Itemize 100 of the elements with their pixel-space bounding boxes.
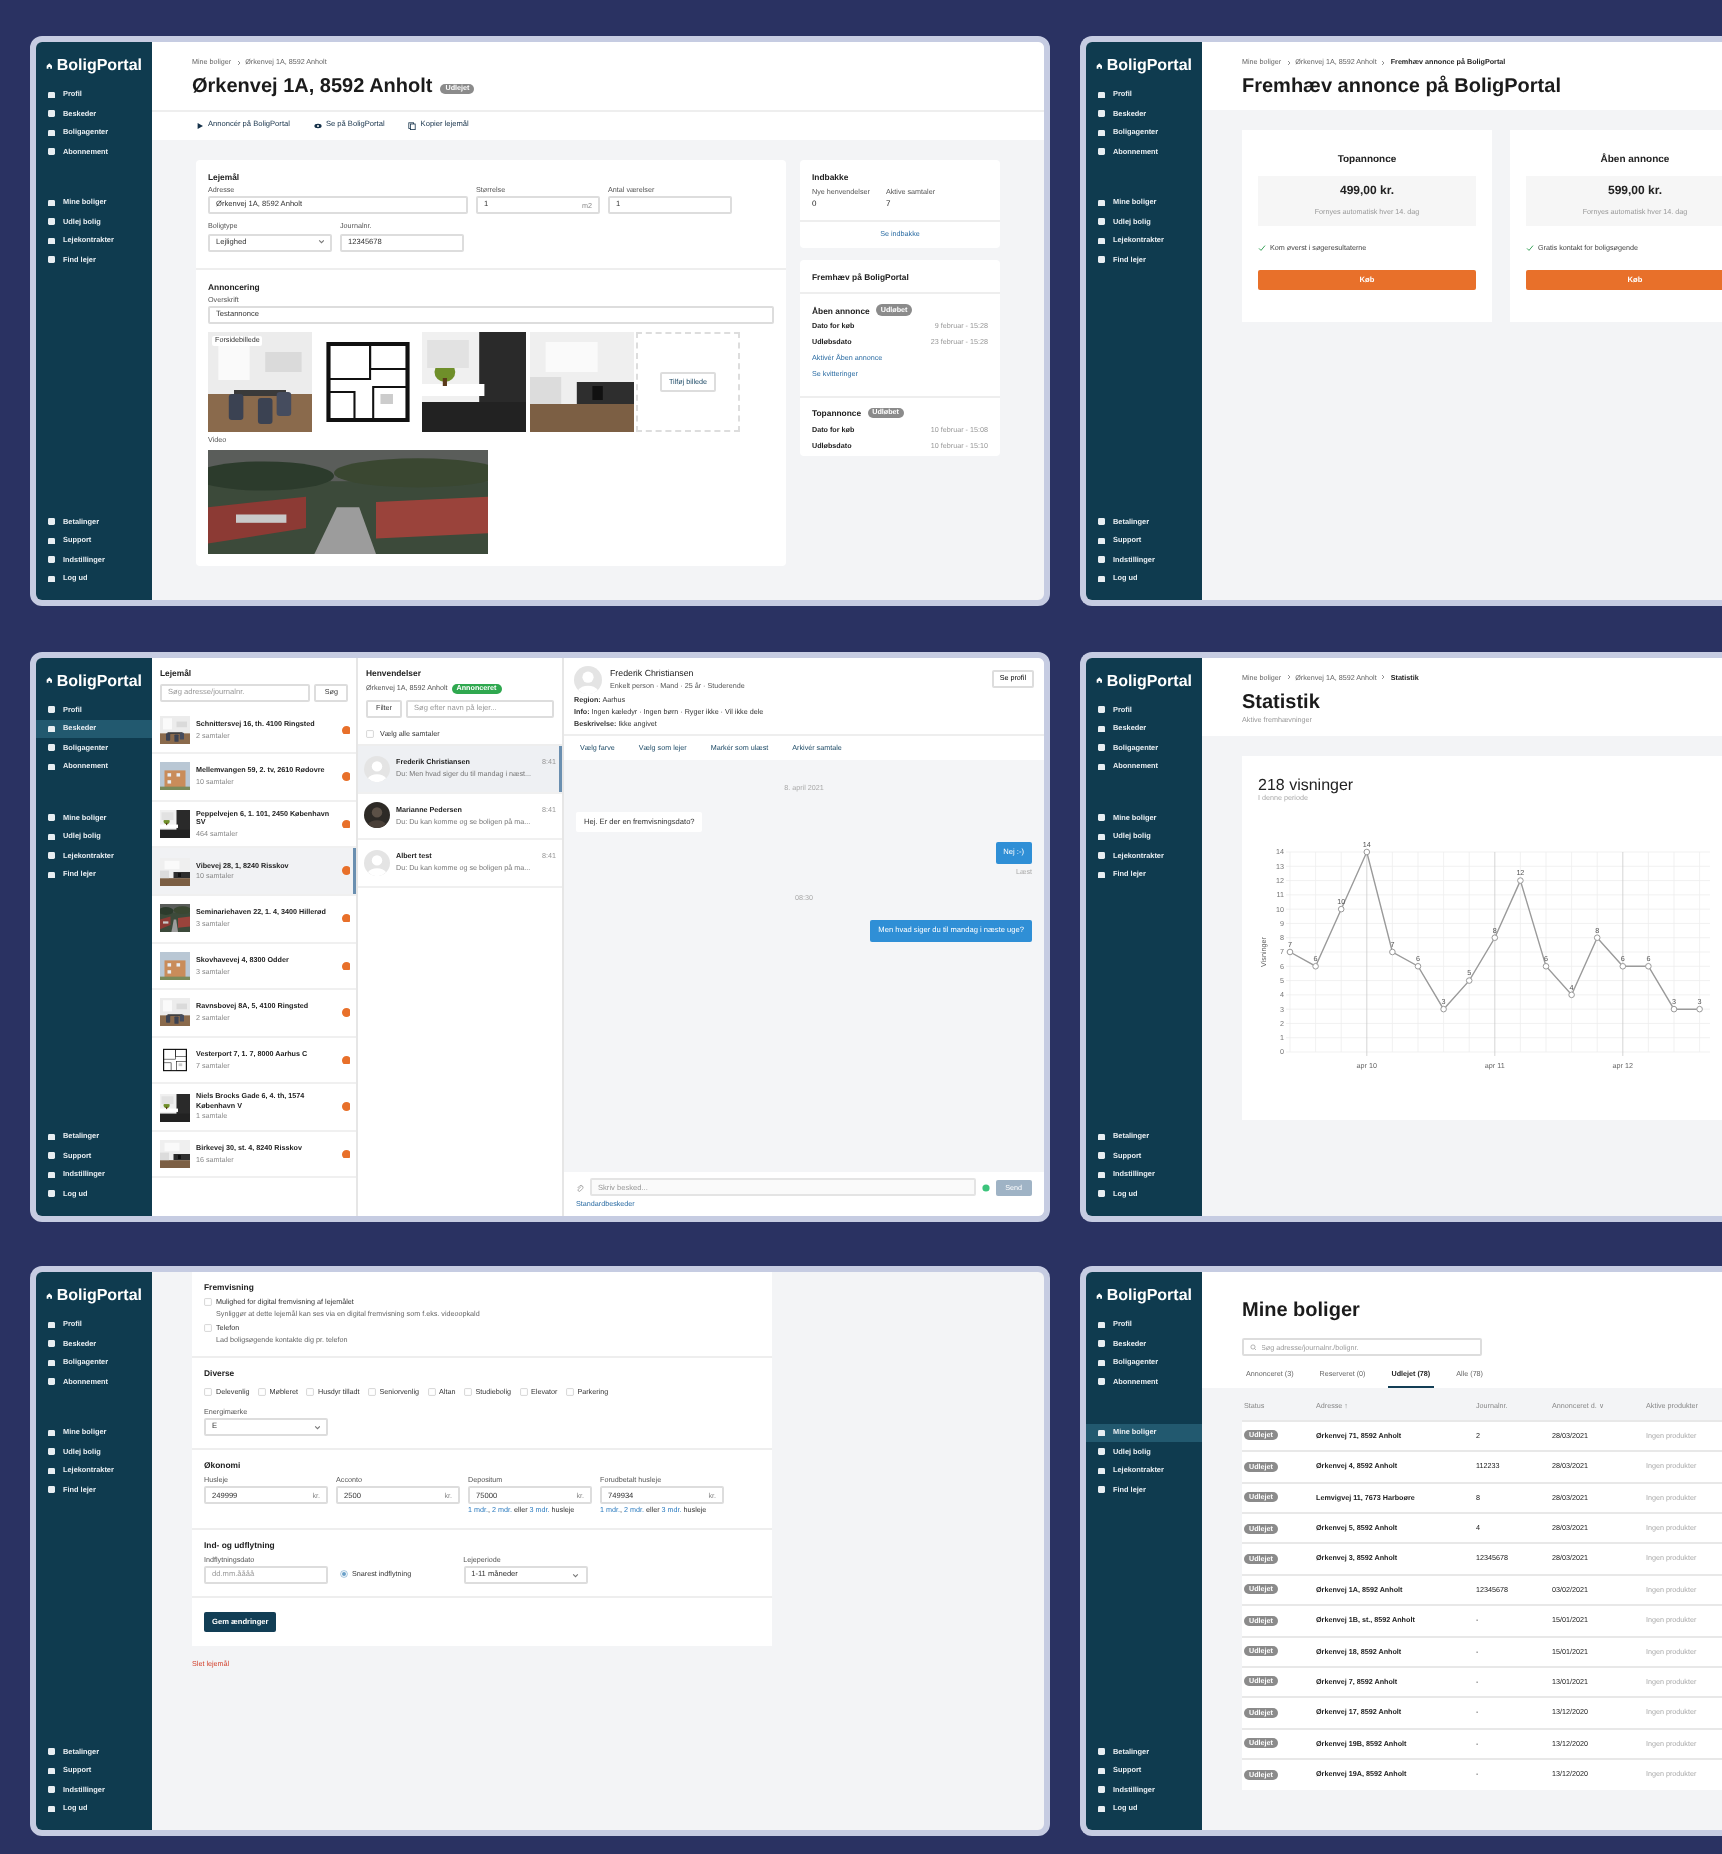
checkbox[interactable] (427, 1388, 436, 1397)
status-dot-icon (981, 1183, 990, 1192)
data-point (1286, 948, 1294, 956)
checkbox[interactable] (204, 1388, 212, 1397)
square-icon (1098, 1805, 1105, 1812)
data-point (1670, 1005, 1678, 1013)
square-icon (48, 218, 55, 226)
square-icon (48, 763, 55, 771)
square-icon (48, 1748, 55, 1755)
square-icon (48, 1467, 55, 1475)
data-point (1312, 963, 1319, 970)
radio-button[interactable] (340, 1570, 348, 1579)
copy-icon (408, 121, 417, 130)
square-icon (48, 537, 55, 544)
square-icon (1098, 575, 1105, 582)
square-icon (48, 110, 55, 118)
square-icon (48, 148, 55, 156)
square-icon (48, 91, 55, 99)
square-icon (1098, 110, 1105, 118)
logo-text: BoligPortal (56, 1286, 142, 1306)
checkbox[interactable] (204, 1298, 212, 1307)
square-icon (1098, 1486, 1105, 1494)
square-icon (1098, 1467, 1105, 1475)
logo-text: BoligPortal (1106, 671, 1192, 691)
checkbox[interactable] (519, 1388, 528, 1397)
square-icon (48, 725, 55, 733)
checkbox[interactable] (305, 1388, 314, 1397)
checkbox[interactable] (367, 1388, 376, 1397)
square-icon (48, 1359, 55, 1367)
logo-text: BoligPortal (56, 56, 142, 76)
square-icon (1098, 1133, 1105, 1140)
square-icon (48, 1786, 55, 1793)
chevron-icon (572, 1571, 580, 1579)
square-icon (48, 1429, 55, 1437)
square-icon (1098, 518, 1105, 525)
square-icon (48, 1378, 55, 1386)
notification-dot (341, 1102, 350, 1112)
square-icon (1098, 725, 1105, 733)
square-icon (48, 706, 55, 714)
square-icon (48, 575, 55, 582)
square-icon (48, 1805, 55, 1812)
square-icon (48, 129, 55, 137)
views-total: 218 visninger (1258, 775, 1354, 794)
data-point (1414, 963, 1422, 970)
square-icon (48, 518, 55, 525)
data-point (1363, 848, 1371, 856)
page-title: Fremhæv annonce på BoligPortal (1242, 76, 1561, 101)
checkbox[interactable] (257, 1388, 266, 1397)
square-icon (48, 1152, 55, 1159)
square-icon (1098, 814, 1105, 822)
notification-dot (341, 961, 350, 971)
checkbox[interactable] (366, 730, 374, 738)
square-icon (1098, 763, 1105, 771)
notification-dot (341, 1008, 350, 1018)
data-point (1491, 934, 1499, 941)
data-point (1568, 991, 1575, 999)
data-point (1337, 905, 1345, 913)
square-icon (48, 1767, 55, 1774)
square-icon (1098, 871, 1105, 879)
data-point (1517, 877, 1524, 884)
check-icon (1526, 243, 1534, 252)
data-point (1696, 1005, 1703, 1013)
square-icon (1098, 1786, 1105, 1793)
page-title: Mine boliger (1242, 1300, 1362, 1324)
chevron-icon (317, 238, 324, 246)
square-icon (1098, 129, 1105, 137)
square-icon (1098, 1448, 1105, 1456)
square-icon (48, 256, 55, 264)
notification-dot (341, 819, 350, 829)
square-icon (1098, 1767, 1105, 1774)
square-icon (48, 1190, 55, 1197)
square-icon (48, 199, 55, 207)
logo-text: BoligPortal (1106, 56, 1192, 76)
avatar-icon (574, 665, 602, 693)
notification-dot (341, 1055, 350, 1065)
checkbox[interactable] (565, 1388, 574, 1397)
checkbox[interactable] (204, 1324, 212, 1333)
square-icon (48, 814, 55, 822)
square-icon (1098, 744, 1105, 752)
square-icon (1098, 218, 1105, 226)
square-icon (1098, 256, 1105, 264)
square-icon (1098, 556, 1105, 563)
data-point (1619, 963, 1627, 970)
square-icon (48, 833, 55, 841)
square-icon (48, 1133, 55, 1140)
page-title: Ørkenvej 1A, 8592 Anholt (192, 76, 433, 101)
paperclip-icon[interactable] (576, 1183, 584, 1192)
data-point (1389, 948, 1396, 956)
notification-dot (341, 725, 350, 735)
play-icon (196, 121, 204, 130)
square-icon (1098, 1429, 1105, 1437)
checkbox[interactable] (463, 1388, 472, 1397)
square-icon (1098, 706, 1105, 714)
check-icon (1258, 243, 1266, 252)
notification-dot (341, 866, 350, 876)
square-icon (1098, 91, 1105, 99)
notification-dot (341, 913, 350, 923)
square-icon (48, 1448, 55, 1456)
square-icon (1098, 833, 1105, 841)
square-icon (48, 556, 55, 563)
